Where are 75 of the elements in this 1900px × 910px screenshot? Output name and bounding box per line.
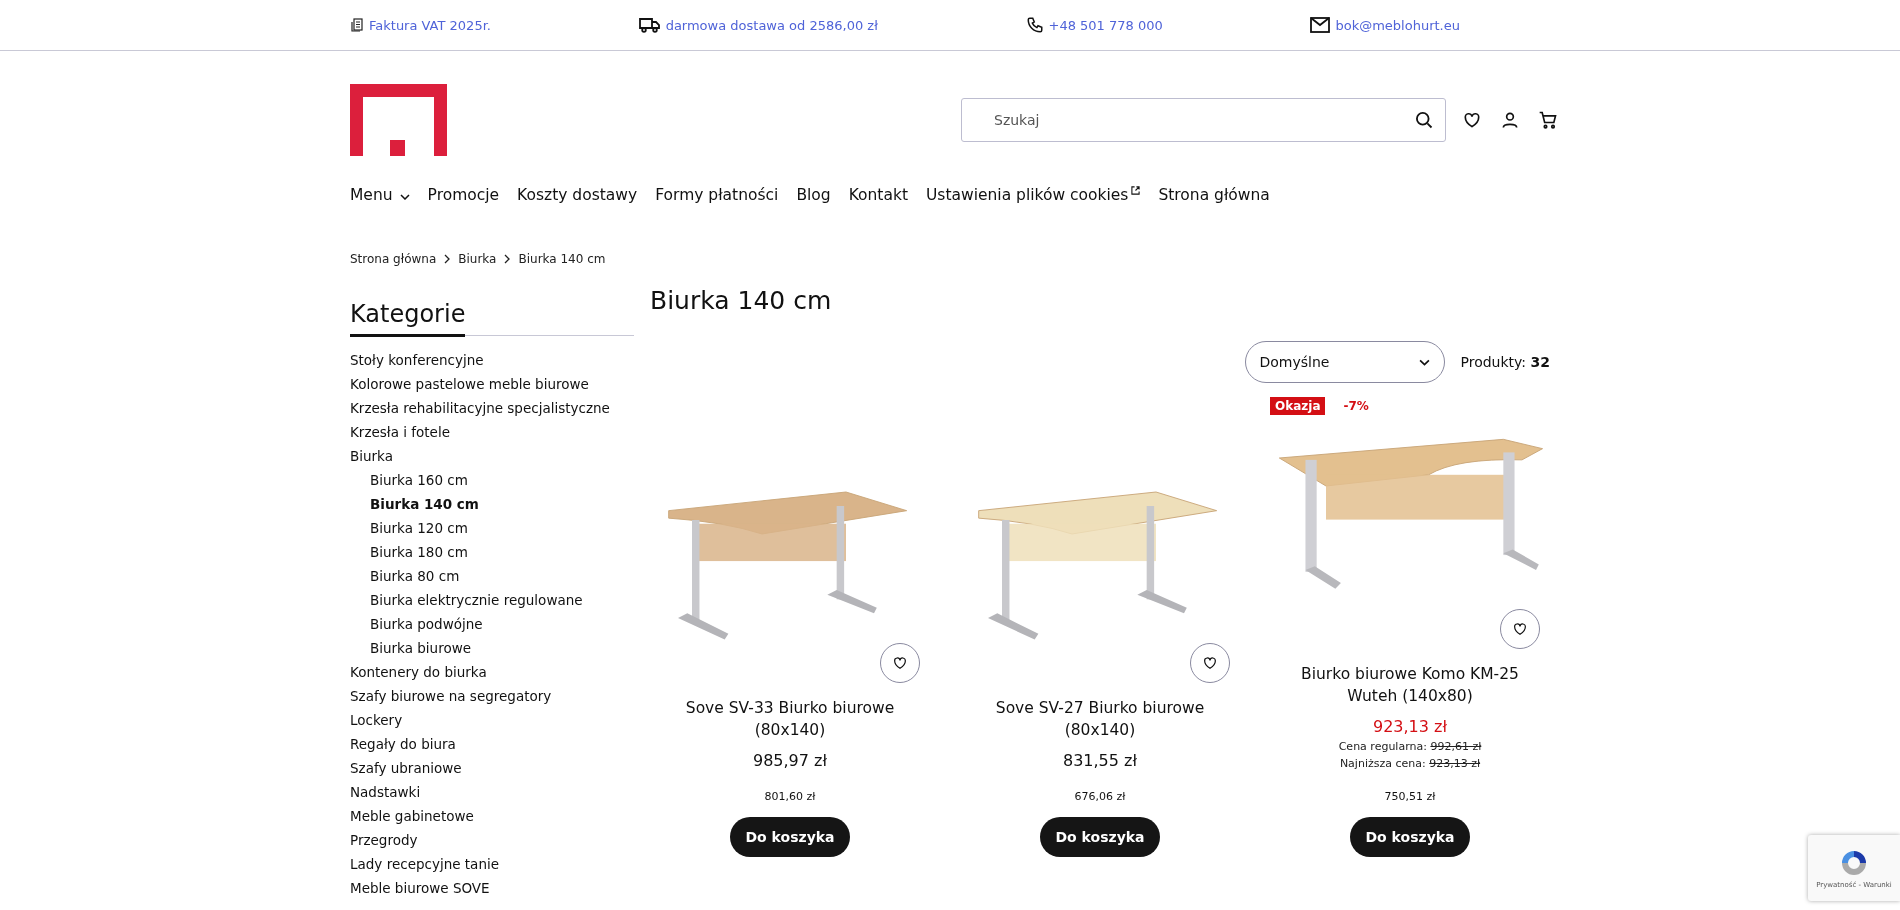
heart-icon [1512,621,1528,637]
subcategory-link[interactable]: Biurka 140 cm [350,492,634,516]
product-name: Sove SV-33 Biurko biurowe (80x140) [684,698,896,741]
product-name: Biurko biurowe Komo KM-25 Wuteh (140x80) [1300,664,1520,707]
product-price: 923,13 zł [1373,717,1447,736]
category-link[interactable]: Krzesła rehabilitacyjne specjalistyczne [350,396,634,420]
add-to-cart-button[interactable]: Do koszyka [1040,817,1160,857]
category-link[interactable]: Kontenery do biurka [350,660,634,684]
contact-link[interactable]: Faktura VAT 2025r. [369,17,491,33]
external-link-icon [1131,186,1141,195]
category-link[interactable]: Szafy ubraniowe [350,756,634,780]
product-count: Produkty: 32 [1460,354,1550,370]
document-icon [350,18,364,32]
category-link[interactable]: Regały do biura [350,732,634,756]
category-link[interactable]: Stoły konferencyjne [350,348,634,372]
breadcrumb-link[interactable]: Strona główna [350,252,437,266]
search-field[interactable]: Szukaj [961,98,1446,142]
breadcrumb-link[interactable]: Biurka 140 cm [518,252,606,266]
contact-link[interactable]: +48 501 778 000 [1048,17,1163,33]
breadcrumb-link[interactable]: Biurka [458,252,497,266]
heart-icon [892,655,908,671]
cart-icon [1538,110,1558,130]
subcategory-link[interactable]: Biurka podwójne [350,612,634,636]
subcategory-link[interactable]: Biurka 180 cm [350,540,634,564]
chevron-down-icon [1418,358,1430,366]
product-price: 985,97 zł [753,751,827,770]
contact-link[interactable]: darmowa dostawa od 2586,00 zł [665,17,878,33]
search-icon [1414,110,1434,130]
phone-icon [1025,16,1044,34]
net-price: 801,60 zł [764,790,816,803]
nav-link[interactable]: Blog [796,186,831,204]
nav-link[interactable]: Strona główna [1158,186,1270,204]
category-link[interactable]: Szafy biurowe na segregatory [350,684,634,708]
subcategory-link[interactable]: Biurka 160 cm [350,468,634,492]
net-price: 750,51 zł [1384,790,1436,803]
subcategory-link[interactable]: Biurka elektrycznie regulowane [350,588,634,612]
lowest-price: Najniższa cena: 923,13 zł [1339,757,1481,770]
heart-icon [1462,110,1482,130]
category-link[interactable]: Nadstawki [350,780,634,804]
user-icon [1500,110,1520,130]
subcategory-link[interactable]: Biurka 80 cm [350,564,634,588]
category-link[interactable]: Kolorowe pastelowe meble biurowe [350,372,634,396]
subcategory-link[interactable]: Biurka 120 cm [350,516,634,540]
category-link[interactable]: Lockery [350,708,634,732]
heart-icon [1202,655,1218,671]
sort-dropdown[interactable]: Domyślne [1244,341,1445,383]
discount-label: -7% [1343,399,1369,413]
sidebar-heading: Kategorie [350,300,466,337]
category-link[interactable]: Meble gabinetowe [350,804,634,828]
category-link[interactable]: Lady recepcyjne tanie [350,852,634,876]
truck-icon [638,17,661,33]
subcategory-link[interactable]: Biurka biurowe [350,636,634,660]
sale-badge: Okazja [1270,397,1326,415]
regular-price: Cena regularna: 992,61 zł [1338,740,1482,753]
page-title: Biurka 140 cm [650,286,833,315]
contact-link[interactable]: bok@meblohurt.eu [1335,17,1460,33]
nav-link[interactable]: Kontakt [848,186,908,204]
chevron-right-icon [504,254,511,264]
add-to-cart-button[interactable]: Do koszyka [1350,817,1470,857]
product-name: Sove SV-27 Biurko biurowe (80x140) [994,698,1206,741]
category-link[interactable]: Krzesła i fotele [350,420,634,444]
nav-link[interactable]: Menu [350,186,410,204]
chevron-down-icon [399,194,410,200]
product-price: 831,55 zł [1063,751,1137,770]
add-to-cart-button[interactable]: Do koszyka [730,817,850,857]
chevron-right-icon [444,254,451,264]
nav-link[interactable]: Koszty dostawy [517,186,638,204]
nav-link[interactable]: Promocje [427,186,500,204]
mail-icon [1310,17,1331,33]
category-link[interactable]: Meble biurowe SOVE [350,876,634,900]
category-link[interactable]: Przegrody [350,828,634,852]
category-link[interactable]: Biurka [350,444,634,468]
nav-link[interactable]: Ustawienia plików cookies [926,186,1141,204]
nav-link[interactable]: Formy płatności [655,186,779,204]
net-price: 676,06 zł [1074,790,1126,803]
